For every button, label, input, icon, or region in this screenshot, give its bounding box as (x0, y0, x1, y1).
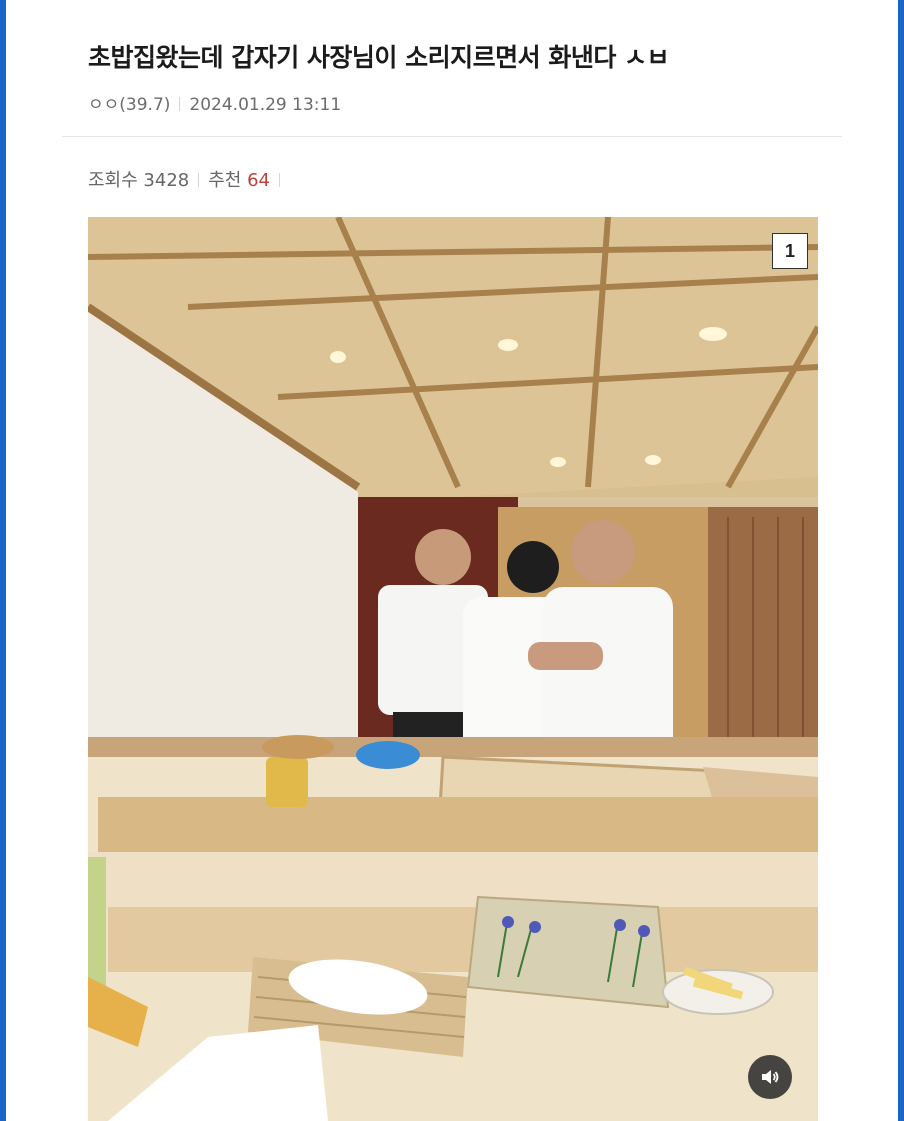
post-image[interactable]: 1 (88, 217, 818, 1121)
recommend-label: 추천 (208, 170, 242, 191)
recommend-count: 64 (247, 170, 270, 191)
author-name[interactable]: ㅇㅇ(39.7) (88, 95, 170, 115)
views-count: 3428 (143, 170, 190, 191)
post-container: 초밥집왔는데 갑자기 사장님이 소리지르면서 화낸다 ㅅㅂ ㅇㅇ(39.7) 20… (6, 0, 898, 1121)
post-datetime: 2024.01.29 13:11 (189, 95, 342, 115)
stats-divider (198, 173, 200, 187)
image-index-badge: 1 (772, 233, 808, 269)
sushi-restaurant-photo (88, 217, 818, 1121)
post-title: 초밥집왔는데 갑자기 사장님이 소리지르면서 화낸다 ㅅㅂ (88, 43, 670, 72)
header-divider (62, 136, 842, 137)
stats-divider-end (279, 173, 280, 187)
post-meta: ㅇㅇ(39.7) 2024.01.29 13:11 (88, 90, 341, 115)
views-label: 조회수 (88, 170, 138, 191)
speaker-icon (762, 1070, 779, 1084)
meta-divider (179, 97, 181, 111)
post-stats: 조회수 3428 추천 64 (88, 166, 289, 192)
sound-toggle-button[interactable] (748, 1055, 792, 1099)
